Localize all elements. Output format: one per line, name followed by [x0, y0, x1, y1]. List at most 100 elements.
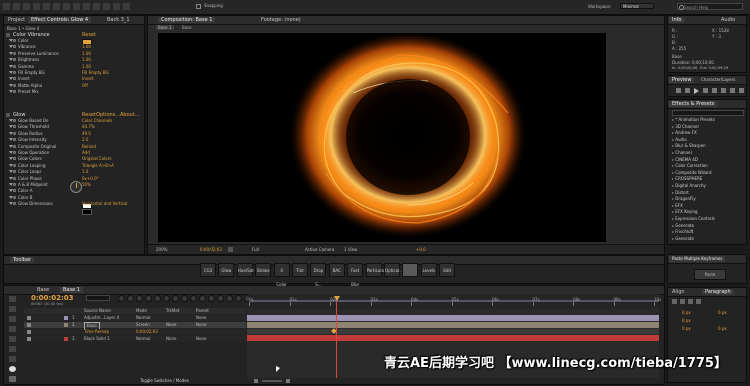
effect-property-row[interactable]: Glow Colors Original Colors: [4, 156, 144, 162]
play-icon[interactable]: [694, 88, 699, 94]
brainstorm-icon[interactable]: [9, 336, 16, 342]
subtab-base[interactable]: Base: [182, 25, 192, 30]
stopwatch-icon[interactable]: [13, 77, 16, 81]
zoom-tool-icon[interactable]: [23, 3, 30, 10]
stopwatch-icon[interactable]: [13, 202, 16, 206]
camera-select[interactable]: Active Camera: [305, 247, 334, 252]
effect-property-row[interactable]: Brightness 1.00: [4, 57, 144, 63]
stopwatch-icon[interactable]: [13, 58, 16, 62]
brush-tool-icon[interactable]: [83, 3, 90, 10]
stopwatch-icon[interactable]: [13, 151, 16, 154]
comp-timecode[interactable]: 0;00;02;03: [200, 247, 222, 252]
effects-category-item[interactable]: Digital Anarchy: [672, 183, 706, 188]
effect-property-row[interactable]: Vibrance 1.00: [4, 44, 144, 50]
stopwatch-icon[interactable]: [13, 163, 16, 167]
shy-button[interactable]: [127, 295, 134, 302]
stopwatch-icon[interactable]: [13, 131, 16, 135]
effect-property-row[interactable]: Preserve Luminance 1.00: [4, 51, 144, 57]
roto-tool-icon[interactable]: [113, 3, 120, 10]
solo-button[interactable]: [181, 295, 188, 302]
resolution-select[interactable]: Full: [252, 247, 259, 252]
layer-label-color[interactable]: [64, 323, 68, 327]
tab-effect-controls[interactable]: Effect Controls: Glow 4: [28, 17, 92, 23]
audio-waveform-icon[interactable]: [9, 366, 16, 372]
next-frame-icon[interactable]: [703, 88, 708, 93]
view-layout-select[interactable]: 1 View: [344, 247, 357, 252]
stopwatch-icon[interactable]: [13, 138, 16, 142]
align-right-icon[interactable]: [688, 299, 693, 304]
effects-search-input[interactable]: [672, 110, 744, 116]
fx-toolbar-button[interactable]: BAC: [328, 263, 345, 277]
frame-blending-button[interactable]: [136, 295, 143, 302]
stopwatch-icon[interactable]: [13, 51, 16, 55]
effects-category-item[interactable]: DragonFly: [672, 196, 695, 201]
fx-toolbar-button[interactable]: CG3: [200, 263, 216, 277]
property-value[interactable]: Fill Empty BG: [82, 70, 109, 76]
layer-parent[interactable]: None: [196, 322, 206, 328]
col-source-name[interactable]: Source Name: [84, 308, 111, 313]
tab-effects-presets[interactable]: Effects & Presets: [669, 101, 718, 107]
layer-mode[interactable]: 0;00;02;03: [136, 329, 158, 335]
layer-name[interactable]: Time Remap: [84, 329, 109, 335]
effects-category-item[interactable]: CINEMA 4D: [672, 157, 698, 162]
color-b-swatch[interactable]: [82, 209, 92, 215]
zoom-select[interactable]: 200%: [156, 247, 167, 252]
stopwatch-icon[interactable]: [13, 170, 16, 174]
effect-property-row[interactable]: Glow Operation Add: [4, 150, 144, 156]
clone-tool-icon[interactable]: [93, 3, 100, 10]
eraser-tool-icon[interactable]: [103, 3, 110, 10]
timeline-search-input[interactable]: [86, 295, 110, 301]
effect-property-row[interactable]: Matte Alpha Off: [4, 83, 144, 89]
audio-icon[interactable]: [721, 88, 726, 93]
tab-align[interactable]: Align: [669, 289, 688, 295]
fx-toolbar-button[interactable]: Levels: [420, 263, 437, 277]
align-left-icon[interactable]: [672, 299, 677, 304]
stopwatch-icon[interactable]: [13, 183, 16, 186]
effect-property-row[interactable]: Color A: [4, 188, 144, 194]
fx-toolbar-button[interactable]: Edit: [439, 263, 456, 277]
para-indent-first[interactable]: 0 px: [682, 318, 691, 323]
layer-name[interactable]: Adjustm...Layer 4: [84, 315, 119, 321]
para-space-before[interactable]: 0 px: [682, 326, 691, 331]
visibility-eye-icon[interactable]: [27, 316, 31, 320]
stopwatch-icon[interactable]: [13, 119, 16, 122]
table-row[interactable]: 2 Base Screen None None: [24, 322, 246, 330]
effect-property-row[interactable]: Color Loops 1.0: [4, 169, 144, 175]
stopwatch-icon[interactable]: [13, 157, 16, 161]
snapshot-icon[interactable]: [228, 247, 233, 252]
motion-blur-button[interactable]: [145, 295, 152, 302]
layer-mode[interactable]: Normal: [136, 315, 150, 321]
effects-category-item[interactable]: Composite Wizard: [672, 170, 711, 175]
fx-toolbar-button[interactable]: Optical...: [384, 263, 403, 277]
property-value[interactable]: Behind: [82, 144, 96, 150]
layer-name[interactable]: Black Solid 1: [84, 336, 110, 342]
frame-blend-icon[interactable]: [9, 356, 16, 362]
layer-number[interactable]: 1: [72, 315, 75, 321]
layer-label-color[interactable]: [64, 316, 68, 320]
selection-tool-icon[interactable]: [3, 3, 10, 10]
fx-toolbar-button[interactable]: [402, 263, 419, 277]
effect-property-row[interactable]: Invert Invert: [4, 76, 144, 82]
property-value[interactable]: 49.0: [82, 131, 91, 137]
tab-character[interactable]: Character/Layers: [698, 77, 738, 83]
tab-base[interactable]: Base: [34, 287, 52, 293]
zoom-out-icon[interactable]: [254, 379, 258, 383]
puppet-tool-icon[interactable]: [123, 3, 130, 10]
tab-info[interactable]: Info: [669, 17, 685, 23]
property-value[interactable]: 2.0: [82, 137, 88, 143]
effect-property-row[interactable]: Glow Based On Color Channels: [4, 118, 144, 124]
stopwatch-icon[interactable]: [13, 45, 16, 49]
col-trkmat[interactable]: TrkMat: [166, 308, 179, 313]
effects-button[interactable]: [208, 295, 215, 302]
paste-button[interactable]: Paste: [694, 269, 726, 280]
property-value[interactable]: Off: [82, 83, 88, 89]
property-value[interactable]: 1.00: [82, 57, 91, 63]
effects-category-item[interactable]: CROSSPHERE: [672, 176, 702, 181]
first-frame-icon[interactable]: [676, 88, 681, 93]
layer-bar-base[interactable]: [247, 322, 659, 328]
graph-editor-button[interactable]: [163, 295, 170, 302]
effect-property-row[interactable]: Glow Dimensions Horizontal and Vertical: [4, 201, 144, 207]
prev-frame-icon[interactable]: [685, 88, 690, 93]
rotate-tool-icon[interactable]: [33, 3, 40, 10]
motion-blur-icon[interactable]: [9, 326, 16, 332]
